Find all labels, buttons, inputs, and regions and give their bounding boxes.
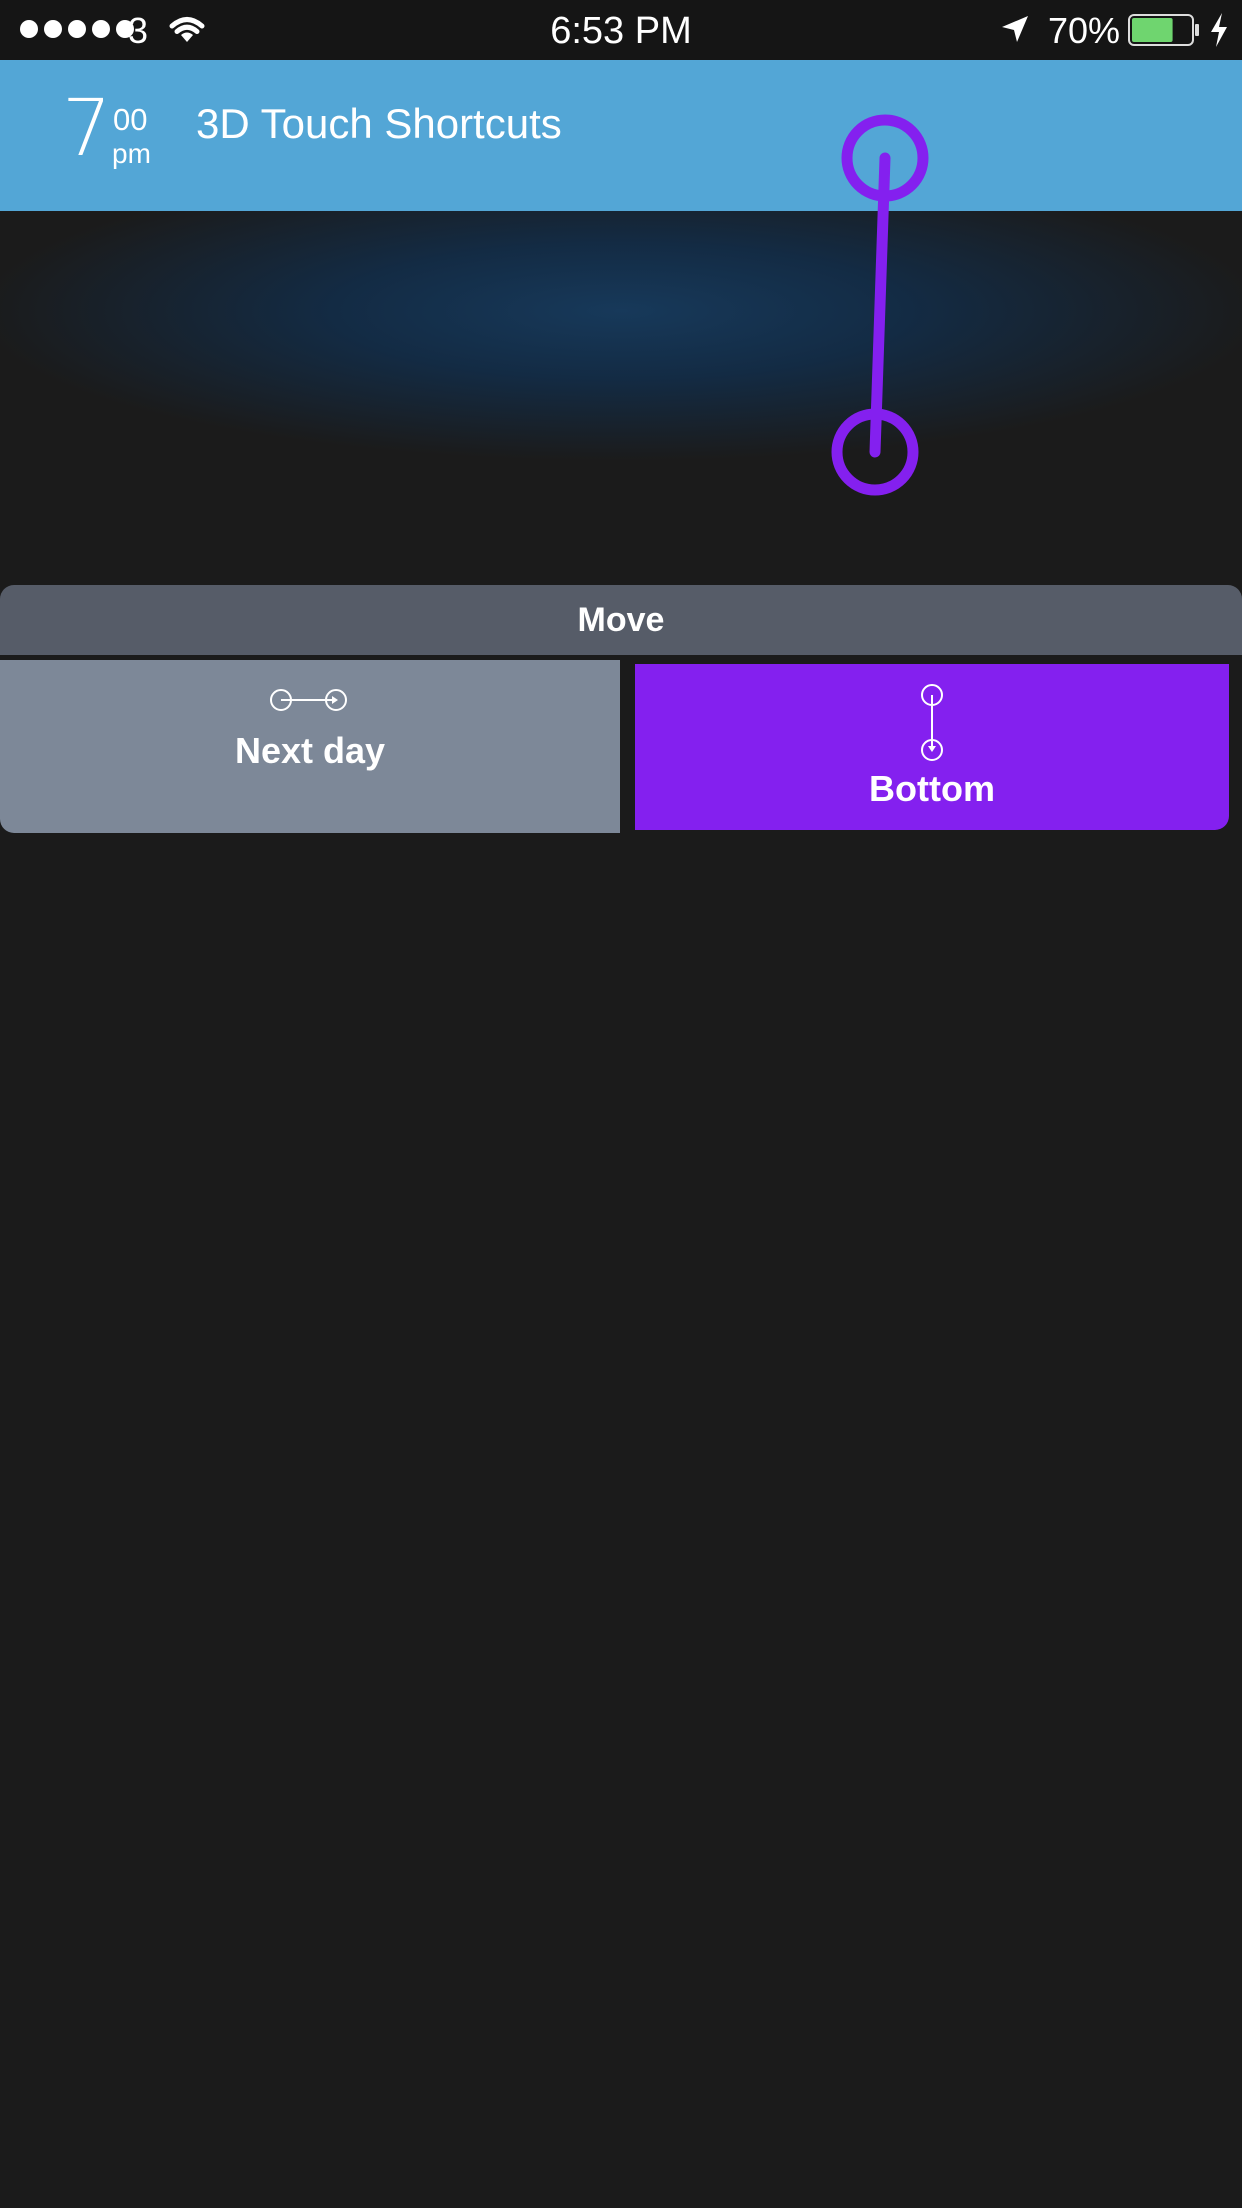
arrow-down-circle-icon	[921, 684, 943, 761]
move-sheet-title: Move	[0, 585, 1242, 655]
app-screen: 3 6:53 PM 70% 7 00 pm 3D Touch Shortcuts	[0, 0, 1242, 2208]
bottom-button[interactable]: Bottom	[635, 664, 1229, 830]
drag-gesture-icon	[831, 114, 929, 496]
next-day-button[interactable]: Next day	[0, 660, 620, 833]
next-day-label: Next day	[234, 730, 386, 771]
bottom-label: Bottom	[869, 768, 995, 809]
arrow-right-circle-icon	[270, 689, 347, 711]
